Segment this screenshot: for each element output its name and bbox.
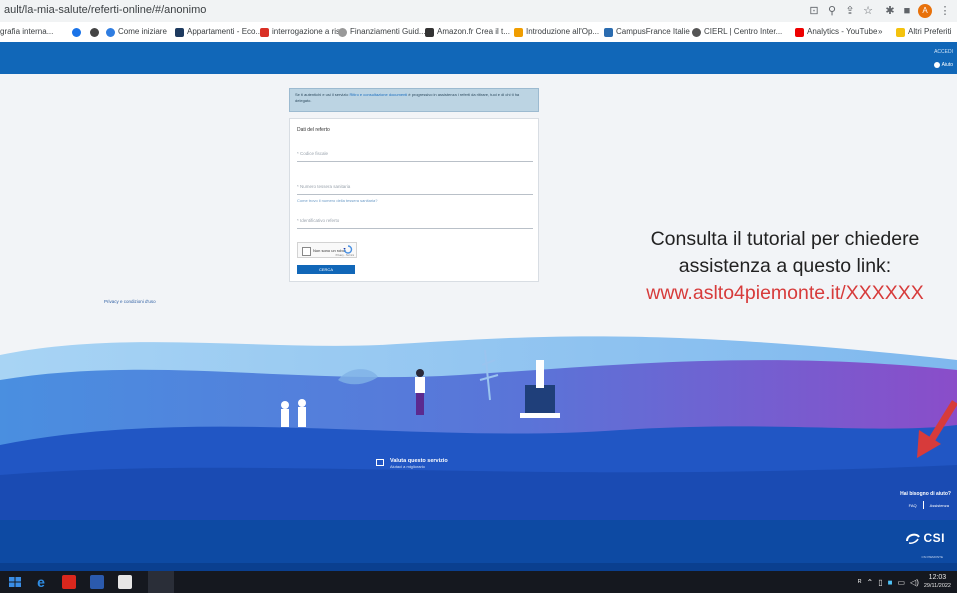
bookmarks-bar: grafia interna... Come iniziare Appartam… <box>0 22 957 43</box>
recaptcha-label: Non sono un robot <box>313 248 346 253</box>
tessera-sanitaria-field[interactable]: * Numero tessera sanitaria <box>297 182 533 195</box>
network-icon[interactable]: ▯ <box>878 578 882 587</box>
assistance-link[interactable]: Assistenza <box>930 503 949 508</box>
app-tray-icon[interactable]: ■ <box>888 578 893 587</box>
bookmark-item[interactable] <box>72 25 81 39</box>
extensions-icon[interactable]: ✱ <box>883 4 897 18</box>
help-links: FAQ Assistenza <box>909 501 949 509</box>
bookmark-item[interactable]: CIERL | Centro Inter... <box>692 25 782 39</box>
share-icon[interactable]: ⇪ <box>843 4 857 18</box>
bookmark-item[interactable]: grafia interna... <box>0 25 53 39</box>
bookmark-item[interactable]: interrogazione a ris... <box>260 25 347 39</box>
sidepanel-icon[interactable]: ■ <box>900 4 914 18</box>
csi-logo-subtitle: CSI PIEMONTE <box>921 555 943 559</box>
profile-avatar[interactable]: A <box>918 4 932 18</box>
recaptcha-checkbox[interactable] <box>302 247 311 256</box>
privacy-link[interactable]: Privacy e condizioni d'uso <box>104 299 156 304</box>
search-button[interactable]: CERCA <box>297 265 355 274</box>
field-placeholder: * Codice fiscale <box>297 151 329 156</box>
menu-kebab-icon[interactable]: ⋮ <box>938 4 952 18</box>
file-icon[interactable] <box>118 575 132 589</box>
header-help-button[interactable]: Aiuto <box>933 62 953 68</box>
app-header: ACCEDI Aiuto <box>0 42 957 74</box>
windows-taskbar: e ᴿ ⌃ ▯ ■ ▭ ◁) 12:03 29/11/2022 <box>0 571 957 593</box>
bookmark-item[interactable] <box>90 25 99 39</box>
tutorial-line: assistenza a questo link: <box>678 255 892 277</box>
install-icon[interactable]: ⊡ <box>807 4 821 18</box>
bookmark-item[interactable]: Finanziamenti Guid... <box>338 25 426 39</box>
help-title: Hai bisogno di aiuto? <box>900 491 951 497</box>
recaptcha-widget: Non sono un robot Privacy - Termini <box>297 242 357 258</box>
people-icon[interactable]: ᴿ <box>858 578 862 587</box>
landscape-illustration <box>0 325 957 530</box>
bookmark-item[interactable]: Appartamenti - Eco... <box>175 25 262 39</box>
taskbar-active-slot[interactable] <box>148 571 174 593</box>
other-favorites-folder[interactable]: Altri Preferiti <box>896 25 952 39</box>
identificativo-referto-field[interactable]: * Identificativo referto <box>297 216 533 229</box>
bookmark-star-icon[interactable]: ☆ <box>861 4 875 18</box>
display-icon[interactable]: ▭ <box>897 578 905 587</box>
help-icon <box>933 62 940 68</box>
info-banner: Se ti autentichi e usi il servizio Ritir… <box>289 88 539 112</box>
form-title: Dati del referto <box>297 127 330 133</box>
tutorial-message: Consulta il tutorial per chiedere assist… <box>620 226 950 307</box>
footer-strip <box>0 563 957 571</box>
clock[interactable]: 12:03 29/11/2022 <box>924 574 951 590</box>
acrobat-icon[interactable] <box>62 575 76 589</box>
service-link[interactable]: Ritiro e consultazione documenti <box>349 92 407 97</box>
recaptcha-logo-icon <box>343 245 353 254</box>
more-bookmarks-button[interactable]: » <box>878 25 882 39</box>
bookmark-item[interactable]: Introduzione all'Op... <box>514 25 599 39</box>
chevron-up-icon[interactable]: ⌃ <box>867 578 874 587</box>
field-placeholder: * Numero tessera sanitaria <box>297 184 351 189</box>
header-login-link[interactable]: ACCEDI <box>934 49 953 55</box>
field-placeholder: * Identificativo referto <box>297 218 340 223</box>
feedback-icon <box>376 459 384 466</box>
bookmark-item[interactable]: Amazon.fr Crea il t... <box>425 25 510 39</box>
csi-swirl-icon <box>906 533 921 544</box>
folder-icon <box>896 27 905 37</box>
tutorial-link[interactable]: www.aslto4piemonte.it/XXXXXX <box>620 280 950 307</box>
windows-start-icon[interactable] <box>8 575 22 589</box>
bookmark-item[interactable]: Come iniziare <box>106 25 167 39</box>
divider <box>922 501 924 509</box>
browser-address-bar[interactable]: ault/la-mia-salute/referti-online/#/anon… <box>0 0 957 23</box>
survey-link[interactable]: Valuta questo servizio Aiutaci a miglior… <box>376 458 448 469</box>
bookmark-item[interactable]: CampusFrance Italie <box>604 25 690 39</box>
zoom-icon[interactable]: ⚲ <box>825 4 839 18</box>
bookmark-item[interactable]: Analytics - YouTube <box>795 25 877 39</box>
system-tray: ᴿ ⌃ ▯ ■ ▭ ◁) 12:03 29/11/2022 <box>858 574 951 590</box>
word-icon[interactable] <box>90 575 104 589</box>
arrow-annotation-icon <box>917 400 957 458</box>
tessera-help-link[interactable]: Come trovo il numero della tessera sanit… <box>297 198 377 203</box>
faq-link[interactable]: FAQ <box>909 503 917 508</box>
referto-form: Dati del referto * Codice fiscale * Nume… <box>289 118 539 282</box>
internet-explorer-icon[interactable]: e <box>34 575 48 589</box>
tutorial-line: Consulta il tutorial per chiedere <box>650 228 920 250</box>
volume-icon[interactable]: ◁) <box>910 578 919 587</box>
url-text[interactable]: ault/la-mia-salute/referti-online/#/anon… <box>4 4 206 16</box>
recaptcha-terms[interactable]: Privacy - Termini <box>336 254 354 257</box>
csi-logo: CSI <box>905 524 945 552</box>
codice-fiscale-field[interactable]: * Codice fiscale <box>297 149 533 162</box>
survey-subtitle: Aiutaci a migliorarlo <box>390 464 425 469</box>
